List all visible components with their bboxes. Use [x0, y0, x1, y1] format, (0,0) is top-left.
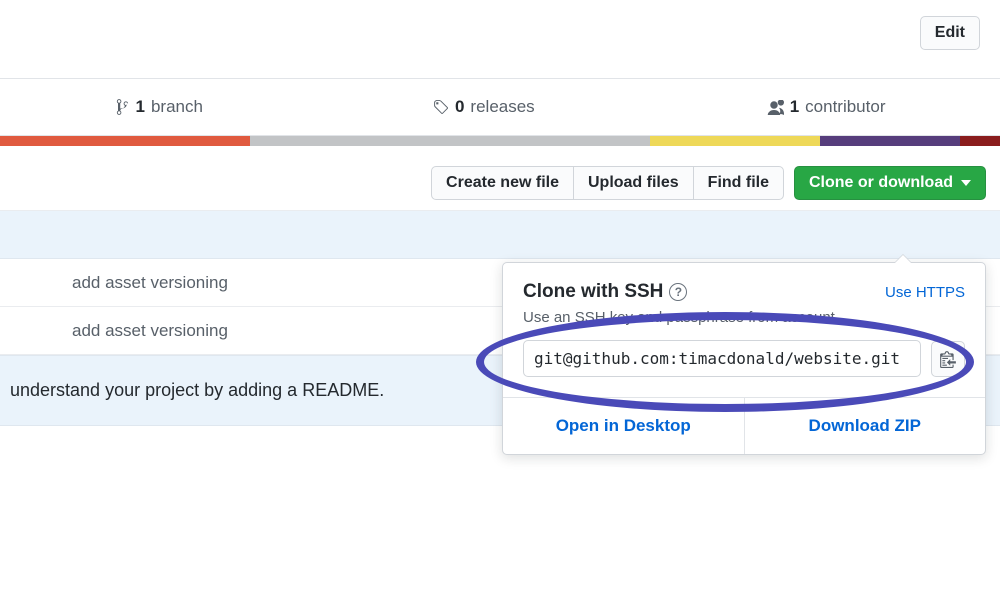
- people-icon: [764, 100, 784, 115]
- contributors-count: 1: [790, 97, 799, 117]
- branches-stat[interactable]: 1 branch: [105, 79, 213, 135]
- download-zip-button[interactable]: Download ZIP: [744, 398, 986, 454]
- language-segment[interactable]: [820, 136, 960, 146]
- clipboard-icon: [940, 350, 956, 368]
- use-https-link[interactable]: Use HTTPS: [885, 284, 965, 301]
- file-toolbar: Create new file Upload files Find file C…: [0, 146, 1000, 210]
- language-segment[interactable]: [650, 136, 820, 146]
- find-file-button[interactable]: Find file: [693, 166, 784, 200]
- language-bar[interactable]: [0, 136, 1000, 146]
- branches-count: 1: [136, 97, 145, 117]
- edit-button[interactable]: Edit: [920, 16, 980, 50]
- language-segment[interactable]: [960, 136, 1000, 146]
- clone-popup-description: Use an SSH key and passphrase from accou…: [523, 309, 965, 326]
- releases-count: 0: [455, 97, 464, 117]
- open-in-desktop-button[interactable]: Open in Desktop: [503, 398, 744, 454]
- caret-down-icon: [961, 180, 971, 186]
- clone-url-input[interactable]: [523, 340, 921, 377]
- branch-icon: [115, 98, 130, 116]
- help-icon[interactable]: ?: [669, 283, 687, 301]
- releases-label: releases: [470, 97, 534, 117]
- clone-popup-title: Clone with SSH: [523, 281, 663, 303]
- file-list-header: [0, 211, 1000, 259]
- language-segment[interactable]: [250, 136, 650, 146]
- language-segment[interactable]: [0, 136, 250, 146]
- clone-label: Clone or download: [809, 174, 953, 192]
- create-new-file-button[interactable]: Create new file: [431, 166, 574, 200]
- clone-or-download-button[interactable]: Clone or download: [794, 166, 986, 200]
- contributors-label: contributor: [805, 97, 885, 117]
- tag-icon: [432, 99, 449, 116]
- releases-stat[interactable]: 0 releases: [422, 79, 545, 135]
- copy-url-button[interactable]: [931, 341, 965, 377]
- readme-prompt-text: understand your project by adding a READ…: [10, 380, 384, 400]
- contributors-stat[interactable]: 1 contributor: [754, 79, 896, 135]
- upload-files-button[interactable]: Upload files: [573, 166, 694, 200]
- branches-label: branch: [151, 97, 203, 117]
- repo-stats-bar: 1 branch 0 releases 1 contributor: [0, 78, 1000, 146]
- clone-popup: Clone with SSH ? Use HTTPS Use an SSH ke…: [502, 262, 986, 455]
